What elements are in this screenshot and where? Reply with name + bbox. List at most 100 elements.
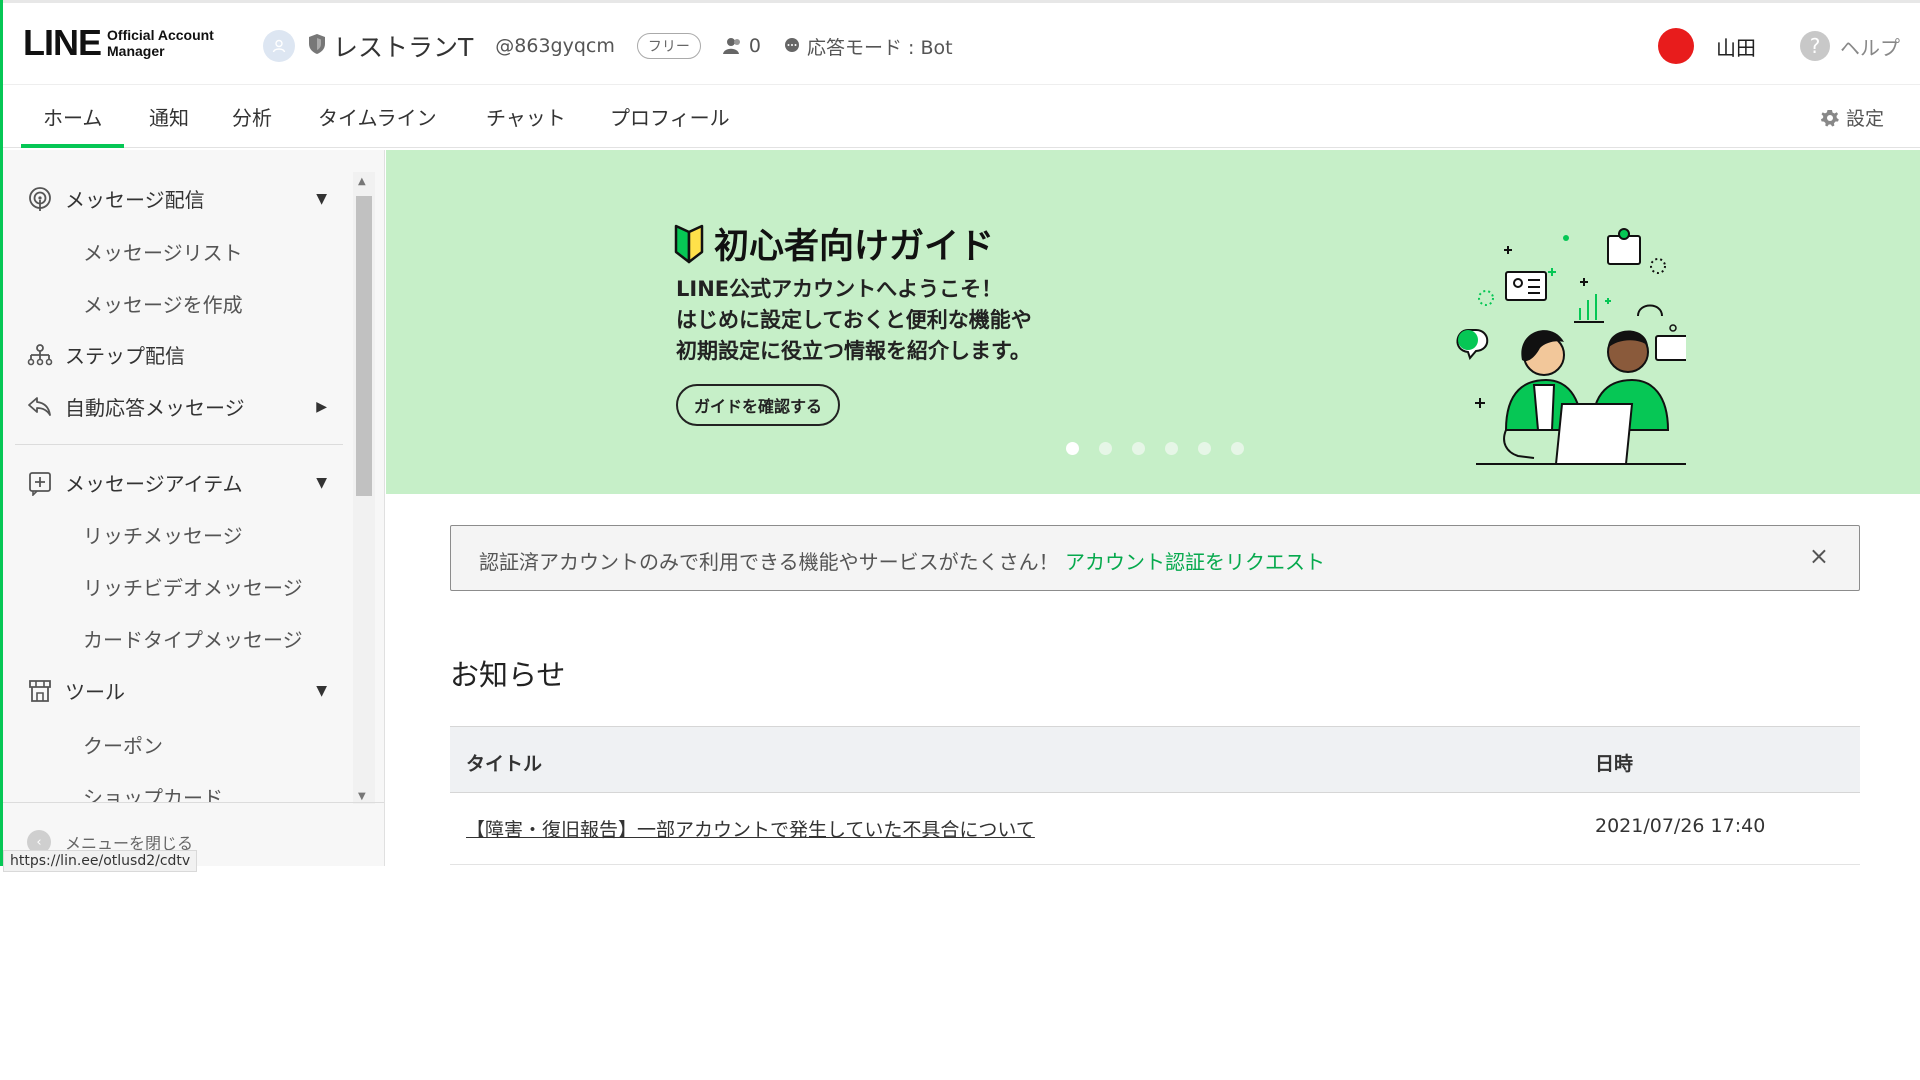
carousel-dot[interactable] <box>1165 442 1178 455</box>
account-info: レストランT @863gyqcm フリー 0 応答モード : Bot <box>263 29 953 63</box>
main-nav-tabs: ホーム 通知 分析 タイムライン チャット プロフィール 設定 <box>3 86 1920 148</box>
account-name[interactable]: レストランT <box>333 28 473 64</box>
sidebar-label-tools: ツール <box>65 680 125 704</box>
banner-line-1: LINE公式アカウントへようこそ！ <box>676 277 1003 301</box>
news-item-date: 2021/07/26 17:40 <box>1595 815 1766 837</box>
banner-title: 初心者向けガイド <box>674 218 994 269</box>
caret-down-icon: ▼ <box>316 474 327 491</box>
guide-banner[interactable]: 初心者向けガイド LINE公式アカウントへようこそ！ はじめに設定しておくと便利… <box>386 150 1920 494</box>
caret-down-icon: ▼ <box>316 682 327 699</box>
sidebar-item-auto-reply[interactable]: 自動応答メッセージ ▶ <box>27 392 327 421</box>
add-box-icon <box>29 471 51 496</box>
banner-line-3: 初期設定に役立つ情報を紹介します。 <box>676 339 1031 363</box>
hierarchy-icon <box>27 343 53 365</box>
tab-notifications[interactable]: 通知 <box>149 102 189 148</box>
sidebar-item-rich-message[interactable]: リッチメッセージ <box>83 520 243 549</box>
sidebar-item-message-list[interactable]: メッセージリスト <box>83 237 243 266</box>
beginner-mark-icon <box>674 224 704 263</box>
banner-line-2: はじめに設定しておくと便利な機能や <box>676 308 1032 332</box>
sidebar-label-auto-reply: 自動応答メッセージ <box>65 396 245 420</box>
user-name[interactable]: 山田 <box>1716 32 1756 61</box>
person-icon <box>272 39 286 53</box>
notice-text: 認証済アカウントのみで利用できる機能やサービスがたくさん！ アカウント認証をリク… <box>479 546 1325 575</box>
scroll-down-arrow[interactable]: ▼ <box>358 791 366 802</box>
sidebar-item-rich-video[interactable]: リッチビデオメッセージ <box>83 572 303 601</box>
sidebar-item-tools[interactable]: ツール ▼ <box>27 676 327 705</box>
gear-icon <box>1820 109 1839 126</box>
reply-icon <box>28 396 51 416</box>
question-icon: ? <box>1800 31 1830 61</box>
sidebar-label-message-items: メッセージアイテム <box>65 472 243 496</box>
news-table: タイトル 日時 【障害・復旧報告】一部アカウントで発生していた不具合について 2… <box>450 726 1860 865</box>
logo-sub-2: Manager <box>107 43 165 59</box>
sidebar-item-coupon[interactable]: クーポン <box>83 730 163 759</box>
friends-icon <box>722 38 740 54</box>
sidebar-item-message-create[interactable]: メッセージを作成 <box>83 289 243 318</box>
verification-notice: 認証済アカウントのみで利用できる機能やサービスがたくさん！ アカウント認証をリク… <box>450 525 1860 591</box>
app-window: LINE Official Account Manager レストランT @86… <box>0 0 1920 1080</box>
account-id: @863gyqcm <box>495 35 615 57</box>
column-header-title: タイトル <box>466 753 543 775</box>
settings-label: 設定 <box>1845 108 1884 130</box>
news-item-link[interactable]: 【障害・復旧報告】一部アカウントで発生していた不具合について <box>466 815 1035 842</box>
notice-message: 認証済アカウントのみで利用できる機能やサービスがたくさん！ <box>479 550 1059 574</box>
header: LINE Official Account Manager レストランT @86… <box>3 3 1920 85</box>
sidebar-scrollbar[interactable]: ▲ ▼ <box>353 172 375 804</box>
sidebar-label-message: メッセージ配信 <box>65 188 205 212</box>
banner-body: LINE公式アカウントへようこそ！ はじめに設定しておくと便利な機能や 初期設定… <box>676 274 1032 367</box>
store-icon <box>29 679 51 702</box>
guide-illustration <box>1456 228 1686 465</box>
url-status-tooltip: https://lin.ee/otlusd2/cdtv <box>3 850 198 872</box>
scroll-thumb[interactable] <box>356 196 372 496</box>
shield-icon <box>307 33 327 60</box>
carousel-dot[interactable] <box>1132 442 1145 455</box>
sidebar-label-step: ステップ配信 <box>65 344 185 368</box>
tab-home[interactable]: ホーム <box>21 102 125 148</box>
news-heading: お知らせ <box>450 658 566 692</box>
tab-analytics[interactable]: 分析 <box>232 102 272 148</box>
followers-count[interactable]: 0 <box>722 35 761 57</box>
settings-link[interactable]: 設定 <box>1820 104 1884 131</box>
logo-subtitle: Official Account Manager <box>107 27 214 59</box>
sidebar-menu: メッセージ配信 ▼ メッセージリスト メッセージを作成 ステップ配信 自動応答メ… <box>3 150 353 802</box>
followers-value: 0 <box>748 35 761 57</box>
sidebar-item-shop-card[interactable]: ショップカード <box>83 782 223 802</box>
caret-right-icon: ▶ <box>316 398 327 415</box>
tab-profile[interactable]: プロフィール <box>610 102 730 148</box>
response-mode[interactable]: 応答モード : Bot <box>783 33 953 60</box>
tab-chat[interactable]: チャット <box>486 102 566 148</box>
plan-badge: フリー <box>636 33 701 59</box>
sidebar-item-card-message[interactable]: カードタイプメッセージ <box>83 624 303 653</box>
user-avatar[interactable] <box>1658 28 1694 64</box>
carousel-dots <box>1066 442 1264 455</box>
column-header-date: 日時 <box>1595 753 1634 775</box>
guide-button[interactable]: ガイドを確認する <box>676 384 841 426</box>
sidebar-divider <box>15 444 343 445</box>
request-verification-link[interactable]: アカウント認証をリクエスト <box>1065 550 1325 574</box>
caret-down-icon: ▼ <box>316 190 327 207</box>
carousel-dot[interactable] <box>1099 442 1112 455</box>
response-mode-text: 応答モード : Bot <box>806 36 953 59</box>
logo-line-text: LINE <box>23 22 102 63</box>
help-link[interactable]: ? ヘルプ <box>1800 31 1900 61</box>
chat-bubble-icon <box>784 38 799 52</box>
banner-title-text: 初心者向けガイド <box>714 227 995 267</box>
broadcast-icon <box>29 186 51 211</box>
tab-timeline[interactable]: タイムライン <box>318 102 437 148</box>
scroll-up-arrow[interactable]: ▲ <box>358 176 366 187</box>
sidebar-item-message-items[interactable]: メッセージアイテム ▼ <box>27 468 327 497</box>
sidebar-item-step[interactable]: ステップ配信 <box>27 340 327 369</box>
carousel-dot[interactable] <box>1066 442 1079 455</box>
sidebar-item-message[interactable]: メッセージ配信 ▼ <box>27 184 327 213</box>
help-label: ヘルプ <box>1840 35 1900 60</box>
sidebar-bottom-divider <box>3 802 384 803</box>
carousel-dot[interactable] <box>1198 442 1211 455</box>
table-row: 【障害・復旧報告】一部アカウントで発生していた不具合について 2021/07/2… <box>450 793 1860 865</box>
logo[interactable]: LINE Official Account Manager <box>23 25 214 61</box>
close-icon[interactable]: × <box>1809 542 1829 570</box>
user-area: 山田 ? ヘルプ <box>1658 28 1920 64</box>
news-table-header: タイトル 日時 <box>450 726 1860 793</box>
logo-sub-1: Official Account <box>107 27 214 43</box>
account-avatar[interactable] <box>263 30 295 62</box>
carousel-dot[interactable] <box>1231 442 1244 455</box>
